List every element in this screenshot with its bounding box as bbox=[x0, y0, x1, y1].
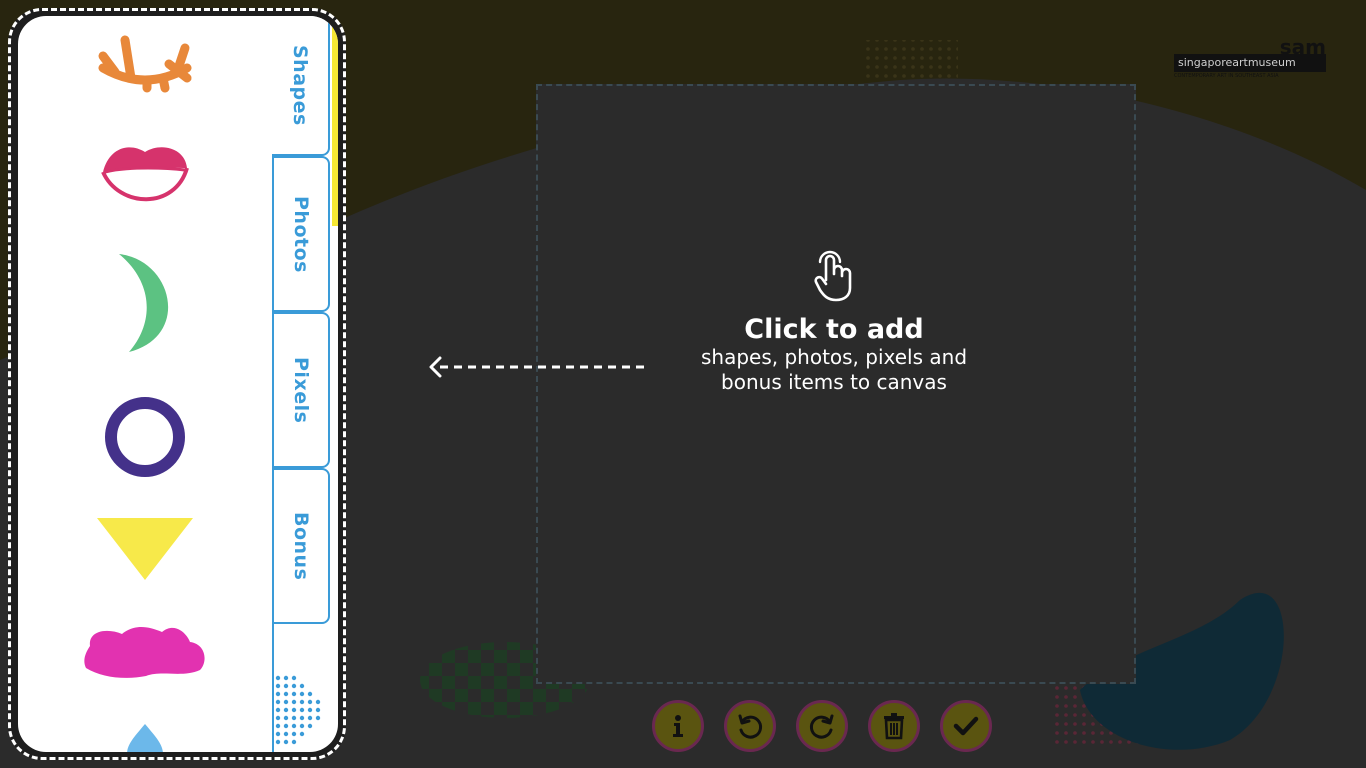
dot-pattern bbox=[275, 675, 321, 745]
tab-pixels[interactable]: Pixels bbox=[272, 312, 330, 468]
crescent-icon[interactable] bbox=[113, 252, 177, 354]
shape-item[interactable] bbox=[18, 724, 272, 752]
item-panel: Shapes Photos Pixels Bonus bbox=[18, 16, 338, 752]
delete-button[interactable] bbox=[868, 700, 920, 752]
tab-label: Shapes bbox=[289, 44, 311, 126]
tap-hand-icon bbox=[814, 250, 852, 302]
shape-list[interactable] bbox=[18, 16, 272, 752]
sam-logo: sam singaporeartmuseum CONTEMPORARY ART … bbox=[1174, 37, 1328, 82]
confirm-button[interactable] bbox=[940, 700, 992, 752]
drop-icon[interactable] bbox=[125, 724, 165, 752]
shape-item[interactable] bbox=[18, 396, 272, 478]
tab-shapes[interactable]: Shapes bbox=[272, 16, 330, 156]
tab-divider bbox=[272, 156, 274, 752]
triangle-icon[interactable] bbox=[95, 516, 195, 582]
blob-icon[interactable] bbox=[82, 622, 208, 680]
info-button[interactable] bbox=[652, 700, 704, 752]
redo-button[interactable] bbox=[796, 700, 848, 752]
closed-eye-icon[interactable] bbox=[95, 34, 195, 94]
ring-icon[interactable] bbox=[104, 396, 186, 478]
hint-title: Click to add bbox=[744, 314, 924, 345]
trash-icon bbox=[884, 713, 904, 740]
shape-item[interactable] bbox=[18, 34, 272, 94]
undo-button[interactable] bbox=[724, 700, 776, 752]
tab-accent bbox=[332, 16, 338, 226]
check-icon bbox=[953, 716, 979, 736]
tab-label: Bonus bbox=[290, 511, 312, 581]
toolbar bbox=[652, 700, 996, 756]
logo-tagline: CONTEMPORARY ART IN SOUTHEAST ASIA bbox=[1174, 73, 1279, 79]
category-tabs: Shapes Photos Pixels Bonus bbox=[272, 16, 338, 752]
tab-label: Photos bbox=[290, 195, 312, 273]
shape-item[interactable] bbox=[18, 138, 272, 206]
logo-full: singaporeartmuseum bbox=[1174, 54, 1326, 72]
tab-bonus[interactable]: Bonus bbox=[272, 468, 330, 624]
shape-item[interactable] bbox=[18, 252, 272, 354]
redo-icon bbox=[809, 714, 834, 739]
undo-icon bbox=[738, 714, 763, 739]
tab-photos[interactable]: Photos bbox=[272, 156, 330, 312]
shape-item[interactable] bbox=[18, 516, 272, 582]
left-arrow-icon bbox=[429, 356, 650, 378]
lips-icon[interactable] bbox=[99, 138, 191, 206]
shape-item[interactable] bbox=[18, 622, 272, 680]
info-icon bbox=[673, 715, 683, 737]
tab-label: Pixels bbox=[290, 356, 312, 424]
